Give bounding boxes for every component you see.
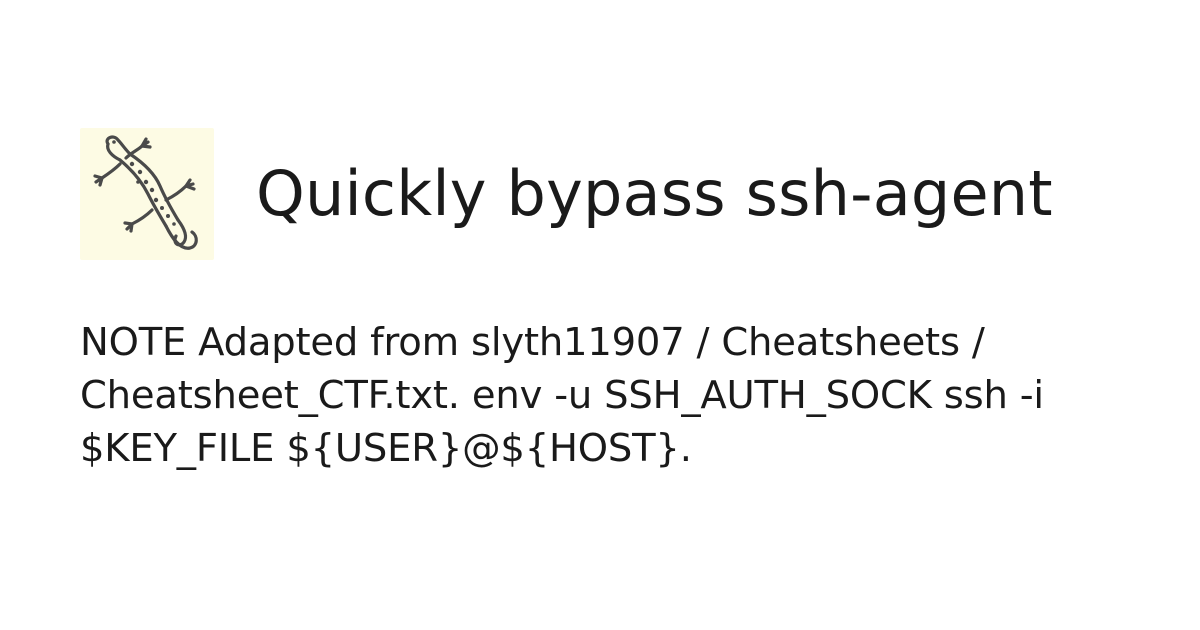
page-title: Quickly bypass ssh-agent: [256, 157, 1053, 230]
site-logo: [80, 128, 214, 260]
social-card: Quickly bypass ssh-agent NOTE Adapted fr…: [0, 0, 1200, 630]
lizard-icon: [93, 135, 198, 250]
page-description: NOTE Adapted from slyth11907 / Cheatshee…: [80, 320, 1044, 471]
